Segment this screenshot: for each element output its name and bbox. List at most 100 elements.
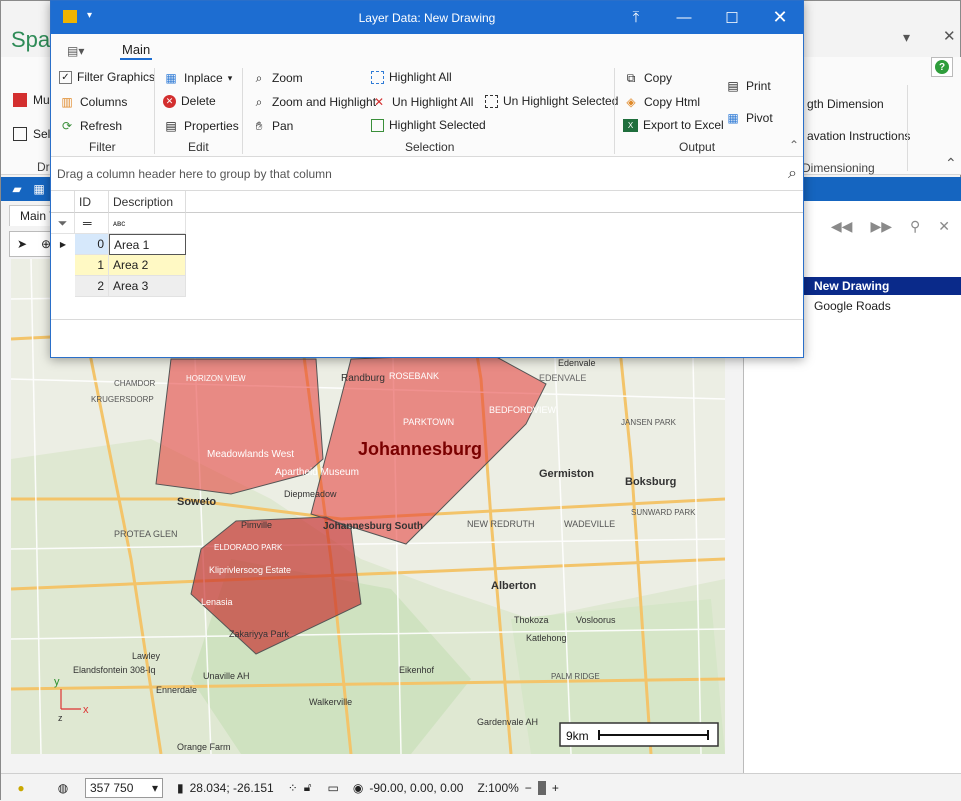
cell-description[interactable]: Area 2: [109, 255, 186, 276]
snap-icon[interactable]: ⁘: [288, 781, 298, 795]
scale-combo[interactable]: 357 750 ▾: [85, 777, 163, 798]
pan-button[interactable]: ✋︎ Pan: [251, 118, 294, 134]
close-icon[interactable]: ✕: [943, 27, 956, 45]
zoom-button[interactable]: ⌕ Zoom: [251, 70, 303, 86]
scale-bar-label: 9km: [566, 729, 589, 743]
group-by-panel[interactable]: Drag a column header here to group by th…: [51, 157, 803, 191]
map-label-edenvale-2: EDENVALE: [539, 373, 586, 383]
inplace-label: Inplace: [184, 71, 223, 85]
length-dimension-button[interactable]: gth Dimension: [807, 97, 884, 111]
pivot-icon: ▦: [727, 111, 739, 125]
copy-html-button[interactable]: ◈ Copy Html: [623, 94, 700, 110]
columns-button[interactable]: ▥ Columns: [59, 94, 127, 110]
properties-button[interactable]: ▤ Properties: [163, 118, 238, 134]
map-label-orange-farm: Orange Farm: [177, 742, 231, 752]
quick-access-icon[interactable]: ▤▾: [67, 44, 84, 58]
map-label-lenasia: Lenasia: [201, 597, 233, 607]
select-button[interactable]: Sel: [13, 127, 50, 141]
output-group-label: Output: [679, 140, 716, 154]
minimize-button[interactable]: —: [661, 1, 707, 34]
close-icon: ✕: [772, 7, 788, 27]
highlight-selected-label: Highlight Selected: [389, 118, 486, 132]
grid-corner: [51, 191, 75, 213]
un-highlight-selected-button[interactable]: Un Highlight Selected: [485, 94, 618, 108]
lightbulb-icon[interactable]: ●: [13, 780, 29, 796]
grid-footer-line: [51, 319, 803, 320]
globe-icon[interactable]: ◍: [55, 780, 71, 796]
close-icon[interactable]: ✕: [938, 218, 950, 235]
cell-id[interactable]: 1: [75, 255, 109, 276]
next-icon[interactable]: ▶▶: [870, 218, 892, 235]
map-label-vosloorus: Vosloorus: [576, 615, 616, 625]
collapse-ribbon-icon[interactable]: ⌃: [789, 138, 799, 152]
help-icon: ?: [935, 60, 949, 74]
restore-layout-button[interactable]: ⤒: [613, 1, 659, 34]
cell-description[interactable]: Area 3: [109, 276, 186, 297]
description-filter-cell[interactable]: ᴀʙᴄ: [109, 213, 186, 234]
un-highlight-all-button[interactable]: ✕ Un Highlight All: [371, 94, 473, 110]
refresh-button[interactable]: ⟳ Refresh: [59, 118, 122, 134]
cell-description[interactable]: Area 1: [109, 234, 186, 255]
highlight-all-button[interactable]: Highlight All: [371, 70, 452, 84]
chevron-down-icon[interactable]: ▾: [903, 29, 910, 46]
cell-id[interactable]: 0: [75, 234, 109, 255]
map-label-soweto: Soweto: [177, 496, 216, 508]
checkbox-checked-icon: ✓: [59, 70, 72, 84]
previous-icon[interactable]: ◀◀: [831, 218, 853, 235]
filter-graphics-checkbox[interactable]: ✓ Filter Graphics: [59, 70, 155, 84]
id-filter-cell[interactable]: ═: [75, 213, 109, 234]
map-label-horizon-view: HORIZON VIEW: [186, 374, 246, 383]
un-highlight-all-icon: ✕: [373, 95, 385, 109]
zoom-out-icon[interactable]: −: [525, 781, 532, 795]
cell-id[interactable]: 2: [75, 276, 109, 297]
close-button[interactable]: ✕: [757, 1, 803, 34]
column-header-description[interactable]: Description: [109, 191, 186, 213]
layer-icon[interactable]: ▦: [31, 181, 47, 197]
scale-value: 357 750: [90, 780, 134, 795]
folder-icon[interactable]: ▰: [9, 181, 25, 197]
map-label-lawley: Lawley: [132, 651, 161, 661]
axis-x-label: x: [83, 704, 89, 716]
status-bar: ● ◍ 357 750 ▾ ▮ 28.034; -26.151 ⁘ 🔓︎ ▭ ◉ -90.…: [1, 773, 961, 801]
ribbon-separator: [614, 68, 615, 154]
refresh-label: Refresh: [80, 119, 123, 133]
grid-header-filler: [186, 191, 803, 213]
pan-label: Pan: [272, 119, 294, 133]
print-label: Print: [746, 79, 771, 93]
pointer-icon[interactable]: ➤: [14, 236, 30, 252]
search-icon[interactable]: ⌕: [788, 165, 797, 183]
elevation-instructions-button[interactable]: avation Instructions: [807, 129, 910, 143]
message-icon[interactable]: ▭: [328, 781, 339, 795]
map-label-palm-ridge: PALM RIDGE: [551, 672, 600, 681]
tab-main[interactable]: Main: [120, 42, 153, 60]
collapse-ribbon-icon[interactable]: ⌃: [945, 155, 957, 172]
inplace-icon: ▦: [165, 71, 177, 85]
column-header-id[interactable]: ID: [75, 191, 109, 213]
highlight-selected-button[interactable]: Highlight Selected: [371, 118, 486, 132]
multi-button[interactable]: Mul: [13, 93, 52, 107]
columns-label: Columns: [80, 95, 128, 109]
map-label-germiston: Germiston: [539, 468, 594, 480]
export-excel-button[interactable]: X Export to Excel: [623, 118, 724, 132]
pivot-label: Pivot: [746, 111, 773, 125]
html-icon: ◈: [626, 95, 636, 109]
maximize-button[interactable]: ☐: [709, 1, 755, 34]
copy-button[interactable]: ⧉ Copy: [623, 70, 672, 86]
delete-button[interactable]: ✕ Delete: [163, 94, 216, 108]
magnifier-icon: ⌕: [255, 70, 263, 85]
print-button[interactable]: ▤ Print: [725, 78, 771, 94]
pin-icon[interactable]: ⚲: [910, 218, 920, 235]
zoom-in-icon[interactable]: +: [552, 781, 559, 795]
map-label-apartheid-museum: Apartheid Museum: [275, 467, 359, 478]
map-label-meadowlands: Meadowlands West: [207, 449, 294, 460]
help-button[interactable]: ?: [931, 57, 953, 77]
map-label-new-redruth: NEW REDRUTH: [467, 519, 535, 529]
zoom-and-highlight-button[interactable]: ⌕ Zoom and Highlight: [251, 94, 376, 110]
zoom-slider[interactable]: [537, 780, 546, 795]
eye-icon[interactable]: ◉: [353, 781, 363, 795]
map-label-jansen-park: JANSEN PARK: [621, 418, 677, 427]
inplace-button[interactable]: ▦ Inplace ▾: [163, 70, 232, 86]
dock-icon: ⤒: [632, 9, 640, 26]
lock-icon[interactable]: 🔓︎: [304, 780, 312, 795]
pivot-button[interactable]: ▦ Pivot: [725, 110, 773, 126]
